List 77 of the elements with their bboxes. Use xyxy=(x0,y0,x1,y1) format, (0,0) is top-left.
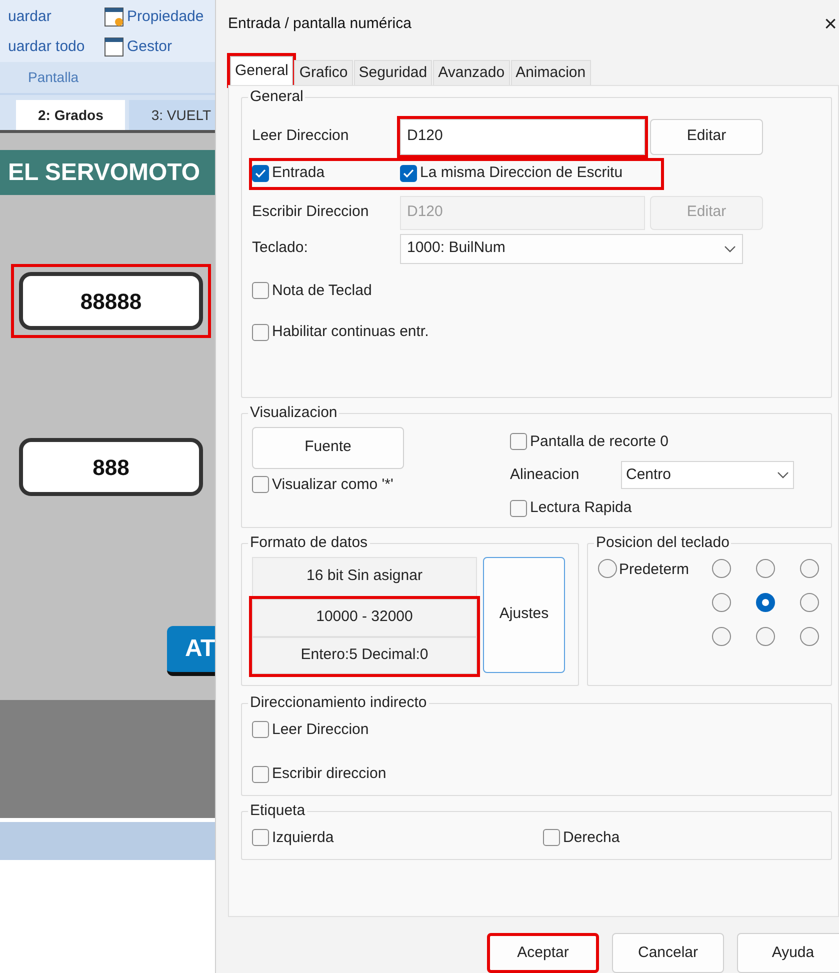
checkbox[interactable] xyxy=(252,165,269,182)
chevron-down-icon xyxy=(724,244,736,253)
checkbox[interactable] xyxy=(252,476,269,494)
field-label: Escribir Direccion xyxy=(252,202,370,222)
radio-button[interactable] xyxy=(800,626,819,646)
settings-button[interactable]: Ajustes xyxy=(483,556,565,673)
checkbox[interactable] xyxy=(252,766,269,783)
dialog-tab[interactable]: Seguridad xyxy=(354,60,432,86)
checkbox-label: Pantalla de recorte 0 xyxy=(530,432,668,452)
checkbox-label: Lectura Rapida xyxy=(530,498,632,518)
checkbox[interactable] xyxy=(252,721,269,738)
group-title: Formato de datos xyxy=(249,533,369,554)
checkbox-label: Escribir direccion xyxy=(272,764,386,784)
checkbox-label: La misma Direccion de Escritu xyxy=(420,163,623,184)
numeric-display[interactable]: 88888 xyxy=(19,272,203,330)
checkbox-label: Habilitar continuas entr. xyxy=(272,322,429,342)
radio-label: Predeterm xyxy=(619,560,690,580)
ribbon-button[interactable]: uardar xyxy=(8,6,52,28)
checkbox[interactable] xyxy=(543,829,560,846)
field-label: Alineacion xyxy=(510,464,580,485)
checkbox-label: Nota de Teclad xyxy=(272,280,372,301)
dialog-tab[interactable]: General xyxy=(230,56,294,86)
dialog-tab[interactable]: Grafico xyxy=(294,60,353,86)
digits-button[interactable]: Entero:5 Decimal:0 xyxy=(252,636,477,674)
checkbox[interactable] xyxy=(510,500,527,517)
close-button[interactable]: × xyxy=(824,12,837,35)
checkbox[interactable] xyxy=(510,433,527,450)
ribbon-button[interactable]: Gestor xyxy=(127,36,172,58)
font-button[interactable]: Fuente xyxy=(252,426,404,469)
chevron-down-icon xyxy=(777,471,789,480)
group-title: Etiqueta xyxy=(249,801,306,822)
check-icon xyxy=(403,169,414,178)
dialog-tab[interactable]: Avanzado xyxy=(433,60,510,86)
group-title: Direccionamiento indirecto xyxy=(249,693,428,714)
checkbox-label: Derecha xyxy=(563,828,620,848)
action-button[interactable]: AT xyxy=(167,626,215,676)
radio-button[interactable] xyxy=(756,626,775,646)
ribbon-button[interactable]: uardar todo xyxy=(8,36,85,58)
address-field[interactable]: D120 xyxy=(400,118,645,155)
checkbox[interactable] xyxy=(252,282,269,300)
range-button[interactable]: 10000 - 32000 xyxy=(252,598,477,637)
radio-button[interactable] xyxy=(800,592,819,612)
field-label: Leer Direccion xyxy=(252,126,350,146)
checkbox-label: Izquierda xyxy=(272,828,334,848)
checkbox[interactable] xyxy=(252,829,269,846)
dialog-button[interactable]: Cancelar xyxy=(612,933,724,973)
checkbox-label: Visualizar como '*' xyxy=(272,474,394,495)
checkbox-label: Leer Direccion xyxy=(272,720,369,740)
dialog-button[interactable]: Aceptar xyxy=(487,933,599,973)
group-title: Posicion del teclado xyxy=(595,533,730,554)
field-label: Teclado: xyxy=(252,238,309,258)
radio-button[interactable] xyxy=(756,592,775,612)
dialog-title: Entrada / pantalla numérica xyxy=(228,14,412,34)
header-banner: EL SERVOMOTO xyxy=(0,150,215,195)
dialog-tab[interactable]: Animacion xyxy=(510,60,591,86)
page-tab[interactable]: 3: VUELT xyxy=(129,100,215,130)
checkbox[interactable] xyxy=(400,165,417,182)
radio-button[interactable] xyxy=(598,558,617,578)
page-tab[interactable]: 2: Grados xyxy=(16,100,126,130)
ribbon-button[interactable]: Propiedade xyxy=(127,6,204,28)
checkbox[interactable] xyxy=(252,324,269,341)
radio-button[interactable] xyxy=(712,626,731,646)
checkbox-label: Entrada xyxy=(272,163,325,184)
check-icon xyxy=(255,169,266,178)
data-type-button[interactable]: 16 bit Sin asignar xyxy=(252,556,477,597)
group-title: Visualizacion xyxy=(249,403,338,424)
radio-button[interactable] xyxy=(712,558,731,578)
radio-button[interactable] xyxy=(756,558,775,578)
group-label: Pantalla xyxy=(28,68,79,87)
dialog-button[interactable]: Ayuda xyxy=(737,933,839,973)
radio-button[interactable] xyxy=(712,592,731,612)
alignment-select[interactable]: Centro xyxy=(621,461,794,490)
group-title: General xyxy=(249,87,304,108)
radio-button[interactable] xyxy=(800,558,819,578)
keyboard-select[interactable]: 1000: BuilNum xyxy=(400,234,743,264)
numeric-display[interactable]: 888 xyxy=(19,438,203,496)
edit-button[interactable]: Editar xyxy=(650,118,763,155)
